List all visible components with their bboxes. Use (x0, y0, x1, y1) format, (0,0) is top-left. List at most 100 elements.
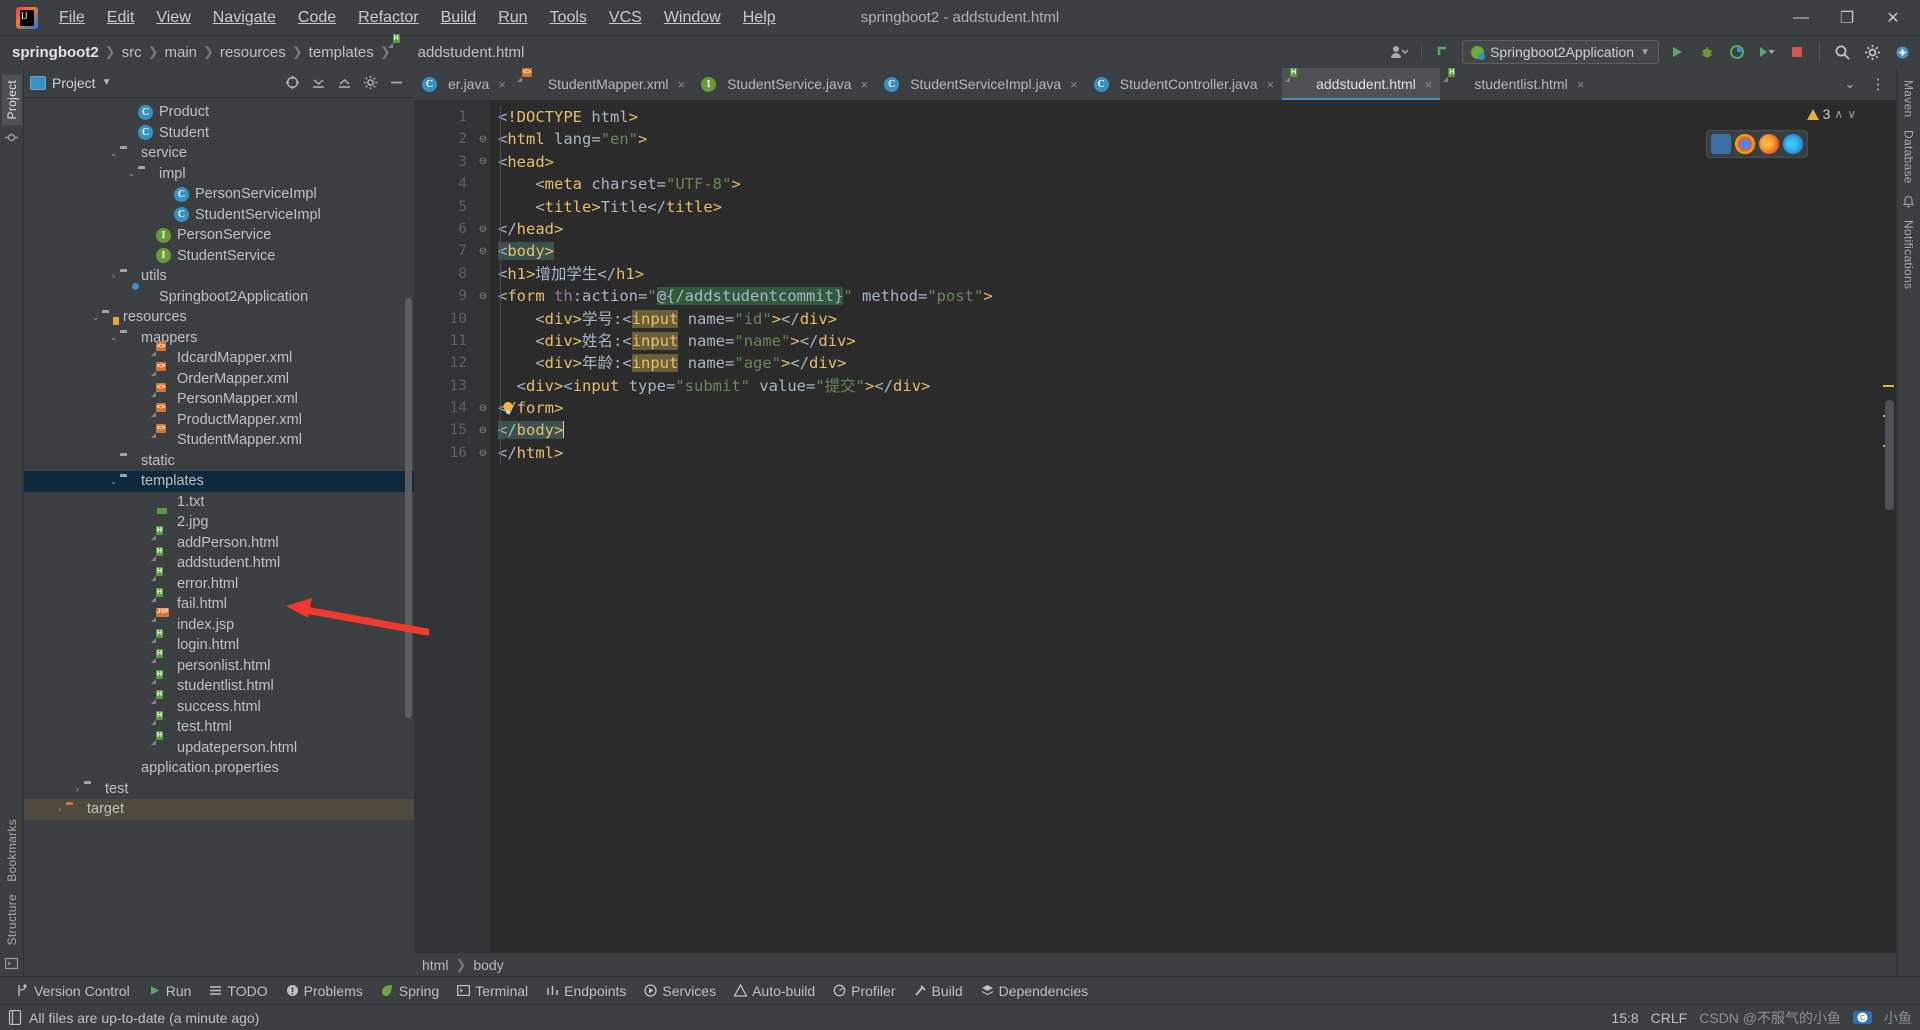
code-line[interactable]: <div>学号:<input name="id"></div> (490, 308, 1880, 330)
vcs-update-icon[interactable] (1432, 40, 1456, 64)
code-line[interactable]: <title>Title</title> (490, 196, 1880, 218)
firefox-browser-icon[interactable] (1759, 134, 1779, 154)
close-icon[interactable]: × (498, 77, 506, 92)
hide-panel-icon[interactable] (384, 71, 408, 95)
ai-assistant-icon[interactable] (1890, 40, 1914, 64)
tree-item-1-txt[interactable]: 1.txt (24, 492, 414, 513)
editor-breadcrumb-body[interactable]: body (473, 957, 503, 973)
breadcrumb-item-file[interactable]: addstudent.html (414, 43, 529, 62)
code-line[interactable]: </form> (490, 397, 1880, 419)
breadcrumb-item-resources[interactable]: resources (216, 43, 290, 62)
menu-navigate[interactable]: Navigate (202, 5, 287, 31)
maximize-button[interactable]: ❐ (1824, 1, 1870, 35)
editor-tab-addstudent-html[interactable]: Haddstudent.html × (1282, 68, 1441, 100)
tree-item-target[interactable]: › target (24, 799, 414, 820)
tool-window-button-problems[interactable]: Problems (278, 981, 371, 1001)
code-line[interactable]: </body> (490, 419, 1880, 441)
tree-item-index-jsp[interactable]: JSP index.jsp (24, 608, 414, 636)
tree-item-test-html[interactable]: Htest.html (24, 710, 414, 738)
close-icon[interactable]: × (1577, 77, 1585, 92)
menu-file[interactable]: File (48, 5, 96, 31)
tool-window-button-services[interactable]: Services (636, 981, 724, 1001)
collapse-all-icon[interactable] (332, 71, 356, 95)
debug-icon[interactable] (1695, 40, 1719, 64)
editor-tab-studentservice-java[interactable]: I StudentService.java × (693, 68, 876, 100)
code-line[interactable]: <body> (490, 240, 1880, 262)
breadcrumb-item-src[interactable]: src (118, 43, 146, 62)
menu-run[interactable]: Run (487, 5, 538, 31)
intention-bulb-icon[interactable] (500, 400, 516, 416)
edge-browser-icon[interactable] (1783, 134, 1803, 154)
code-line[interactable]: <form th:action="@{/addstudentcommit}" m… (490, 285, 1880, 307)
tree-item-templates[interactable]: ⌄ templates (24, 471, 414, 492)
code-line[interactable]: <meta charset="UTF-8"> (490, 173, 1880, 195)
menu-tools[interactable]: Tools (539, 5, 598, 31)
run-with-coverage-icon[interactable] (1725, 40, 1749, 64)
tool-window-button-profiler[interactable]: Profiler (825, 981, 903, 1001)
menu-window[interactable]: Window (653, 5, 732, 31)
code-line[interactable]: <h1>增加学生</h1> (490, 263, 1880, 285)
tree-item-updateperson-html[interactable]: Hupdateperson.html (24, 731, 414, 759)
tree-item-studentlist-html[interactable]: Hstudentlist.html (24, 669, 414, 697)
close-icon[interactable]: × (1267, 77, 1275, 92)
menu-refactor[interactable]: Refactor (347, 5, 429, 31)
tree-item-studentserviceimpl[interactable]: C StudentServiceImpl (24, 205, 414, 226)
tool-window-button-dependencies[interactable]: Dependencies (973, 981, 1097, 1001)
chevron-down-icon[interactable]: ⌄ (89, 312, 102, 323)
tree-item-springboot2application[interactable]: Springboot2Application (24, 287, 414, 308)
editor-breadcrumb-html[interactable]: html (422, 957, 448, 973)
chevron-right-icon[interactable]: › (107, 271, 120, 281)
close-button[interactable]: ✕ (1870, 1, 1916, 35)
chevron-down-icon[interactable]: ⌄ (1838, 72, 1862, 96)
menu-code[interactable]: Code (287, 5, 347, 31)
chevron-right-icon[interactable]: › (53, 804, 66, 814)
fold-toggle-icon[interactable]: ⊖ (476, 128, 490, 150)
sidebar-item-database[interactable]: Database (1899, 124, 1919, 190)
editor-tab-studentmapper-xml[interactable]: <> StudentMapper.xml × (514, 68, 693, 100)
ide-preview-icon[interactable] (1711, 134, 1731, 154)
fold-toggle-icon[interactable]: ⊖ (476, 285, 490, 307)
tree-item-personservice[interactable]: I PersonService (24, 225, 414, 246)
fold-toggle-icon[interactable]: ⊖ (476, 442, 490, 464)
breadcrumb-item-project[interactable]: springboot2 (8, 43, 103, 62)
project-settings-icon[interactable] (358, 71, 382, 95)
tool-window-button-run[interactable]: Run (140, 981, 200, 1001)
fold-toggle-icon[interactable]: ⊖ (476, 419, 490, 441)
close-icon[interactable]: × (861, 77, 869, 92)
stop-icon[interactable] (1785, 40, 1809, 64)
minimize-button[interactable]: — (1778, 1, 1824, 35)
chevron-down-icon[interactable]: ⌄ (125, 168, 138, 179)
error-stripe-marker-bar[interactable] (1880, 100, 1896, 952)
tree-item-success-html[interactable]: Hsuccess.html (24, 690, 414, 718)
tree-item-personlist-html[interactable]: Hpersonlist.html (24, 649, 414, 677)
code-line[interactable]: </head> (490, 218, 1880, 240)
chevron-down-icon[interactable]: ▼ (102, 77, 112, 88)
select-opened-file-icon[interactable] (280, 71, 304, 95)
tree-item-addperson-html[interactable]: HaddPerson.html (24, 526, 414, 554)
code-line[interactable]: </html> (490, 442, 1880, 464)
close-icon[interactable]: × (677, 77, 685, 92)
fold-toggle-icon[interactable]: ⊖ (476, 151, 490, 173)
project-tree-scrollbar[interactable] (405, 298, 412, 718)
editor-tab-studentcontroller-java[interactable]: C StudentController.java × (1086, 68, 1282, 100)
line-separator[interactable]: CRLF (1651, 1010, 1688, 1026)
expand-all-icon[interactable] (306, 71, 330, 95)
sidebar-item-structure[interactable]: Structure (2, 888, 22, 951)
tree-item-personmapper-xml[interactable]: <> PersonMapper.xml (24, 382, 414, 410)
code-line[interactable]: <!DOCTYPE html> (490, 106, 1880, 128)
tool-window-button-terminal[interactable]: Terminal (449, 981, 536, 1001)
tool-window-button-endpoints[interactable]: Endpoints (538, 981, 634, 1001)
chevron-down-icon[interactable]: ⌄ (107, 148, 120, 159)
tree-item-fail-html[interactable]: Hfail.html (24, 587, 414, 615)
editor-tab-er-java[interactable]: Cer.java × (414, 68, 514, 100)
run-icon[interactable] (1665, 40, 1689, 64)
fold-toggle-icon[interactable]: ⊖ (476, 240, 490, 262)
tool-window-button-version-control[interactable]: Version Control (8, 981, 138, 1001)
tree-item-error-html[interactable]: Herror.html (24, 567, 414, 595)
editor-tab-studentlist-html[interactable]: Hstudentlist.html × (1440, 68, 1592, 100)
tool-window-button-auto-build[interactable]: Auto-build (726, 981, 823, 1001)
project-tree[interactable]: C Product C Student ⌄ service ⌄ impl C PersonServ… (24, 98, 414, 976)
chevron-down-icon[interactable]: ∨ (1847, 107, 1856, 121)
tree-item-ordermapper-xml[interactable]: <> OrderMapper.xml (24, 362, 414, 390)
code-line[interactable]: <div><input type="submit" value="提交"></d… (490, 375, 1880, 397)
